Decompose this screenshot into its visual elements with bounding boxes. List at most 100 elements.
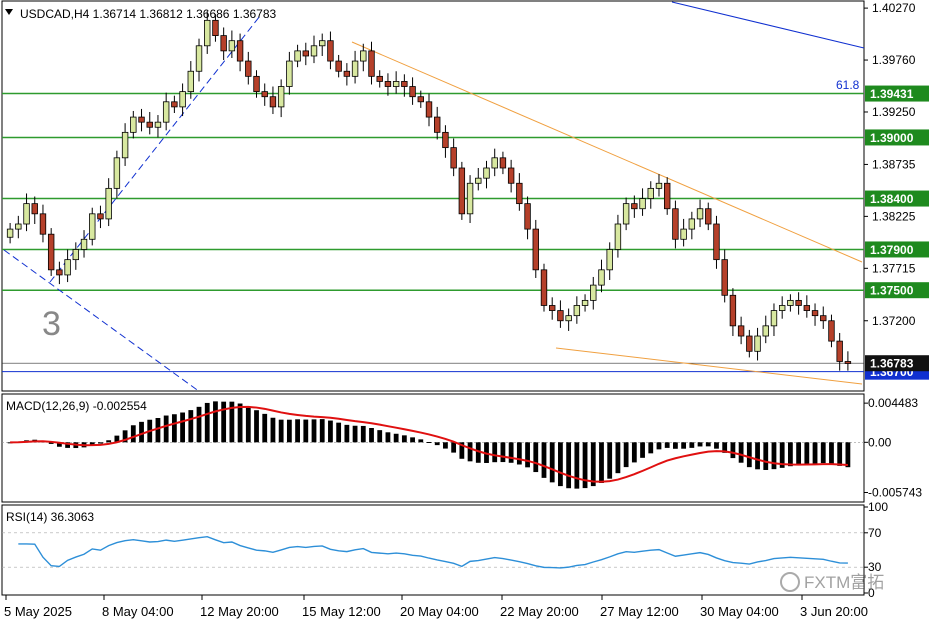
macd-bar xyxy=(763,442,769,470)
macd-bar xyxy=(845,442,851,468)
macd-tick-label: 0.004483 xyxy=(868,396,918,410)
macd-bar xyxy=(426,441,432,443)
macd-bar xyxy=(352,425,358,443)
candle-body xyxy=(384,81,392,87)
candle-body xyxy=(647,187,654,199)
macd-tick-label: -0.005743 xyxy=(868,486,922,500)
candle-body xyxy=(113,157,121,189)
y-tick-label: 1.38735 xyxy=(872,157,916,171)
candle-body xyxy=(351,60,359,77)
macd-bar xyxy=(656,442,662,450)
candle-body xyxy=(64,259,71,276)
candle-body xyxy=(573,305,581,317)
candle-body xyxy=(762,325,769,337)
macd-bar xyxy=(295,419,300,443)
macd-bar xyxy=(188,410,194,443)
candle-body xyxy=(392,81,400,87)
macd-bar xyxy=(648,442,654,454)
macd-bar xyxy=(213,401,218,443)
candle-body xyxy=(425,101,433,118)
candle-body xyxy=(540,269,548,306)
level-label: 1.39000 xyxy=(870,131,914,145)
candle-body xyxy=(171,101,178,108)
macd-bar xyxy=(467,442,473,462)
macd-bar xyxy=(286,419,292,443)
candle-body xyxy=(130,116,137,133)
macd-bar xyxy=(344,424,350,443)
candle-body xyxy=(778,305,786,311)
candle-body xyxy=(532,228,539,271)
candle-body xyxy=(162,101,170,123)
candle-body xyxy=(97,213,104,220)
candle-body xyxy=(836,340,843,362)
macd-bar xyxy=(130,425,136,443)
symbol-header: USDCAD,H4 1.36714 1.36812 1.36686 1.3678… xyxy=(20,7,277,21)
macd-bar xyxy=(681,442,687,449)
macd-title: MACD(12,26,9) -0.002554 xyxy=(6,399,147,413)
candle-body xyxy=(557,310,564,322)
candle-body xyxy=(269,96,277,108)
candle-body xyxy=(154,121,162,128)
candle-body xyxy=(23,203,30,225)
candle-body xyxy=(319,40,326,47)
candle-body xyxy=(360,50,367,62)
macd-bar xyxy=(418,439,424,443)
macd-bar xyxy=(541,442,547,478)
x-tick-label: 8 May 04:00 xyxy=(102,604,174,619)
chart-svg[interactable]: USDCAD,H4 1.36714 1.36812 1.36686 1.3678… xyxy=(0,0,936,624)
candle-body xyxy=(729,294,737,327)
candle-body xyxy=(286,60,293,87)
macd-bar xyxy=(336,422,342,443)
macd-bar xyxy=(262,413,268,443)
macd-bar xyxy=(360,425,366,443)
candle-body xyxy=(581,299,589,306)
x-tick-label: 27 May 12:00 xyxy=(600,604,679,619)
candle-body xyxy=(228,40,236,52)
x-tick-label: 22 May 20:00 xyxy=(500,604,579,619)
macd-bar xyxy=(631,442,637,463)
macd-bar xyxy=(311,419,317,443)
candle-body xyxy=(105,187,112,220)
macd-bar xyxy=(171,414,177,443)
macd-bar xyxy=(525,442,530,468)
macd-bar xyxy=(443,442,448,449)
macd-bar xyxy=(615,442,621,474)
candle-body xyxy=(39,213,47,235)
candle-body xyxy=(696,208,704,220)
candle-body xyxy=(614,223,622,250)
candle-body xyxy=(754,335,761,352)
macd-bar xyxy=(410,437,415,443)
macd-bar xyxy=(434,442,440,446)
candle-body xyxy=(549,305,556,311)
macd-bar xyxy=(664,442,670,448)
candle-body xyxy=(622,203,630,225)
candle-body xyxy=(327,40,334,62)
macd-bar xyxy=(804,442,810,465)
macd-bar xyxy=(245,406,251,443)
candle-body xyxy=(598,269,605,286)
candle-body xyxy=(31,203,38,215)
macd-bar xyxy=(385,432,391,443)
macd-bar xyxy=(820,442,826,464)
candle-body xyxy=(409,86,416,98)
macd-bar xyxy=(787,442,793,467)
candle-body xyxy=(417,96,424,103)
chart-root: USDCAD,H4 1.36714 1.36812 1.36686 1.3678… xyxy=(0,0,936,624)
candle-body xyxy=(491,157,498,169)
candle-body xyxy=(310,45,318,57)
x-tick-label: 20 May 04:00 xyxy=(400,604,479,619)
level-label: 1.38400 xyxy=(870,192,914,206)
macd-bar xyxy=(673,442,678,449)
wave-label: 3 xyxy=(42,305,61,343)
y-tick-label: 1.40270 xyxy=(872,1,916,15)
candle-body xyxy=(204,19,211,47)
macd-bar xyxy=(393,433,399,443)
candle-body xyxy=(187,70,195,93)
macd-bar xyxy=(180,412,185,443)
candle-body xyxy=(302,50,309,57)
rsi-tick-label: 70 xyxy=(868,526,882,540)
y-tick-label: 1.38225 xyxy=(872,209,916,223)
candle-body xyxy=(499,157,507,169)
macd-bar xyxy=(303,419,309,443)
candle-body xyxy=(516,182,523,205)
